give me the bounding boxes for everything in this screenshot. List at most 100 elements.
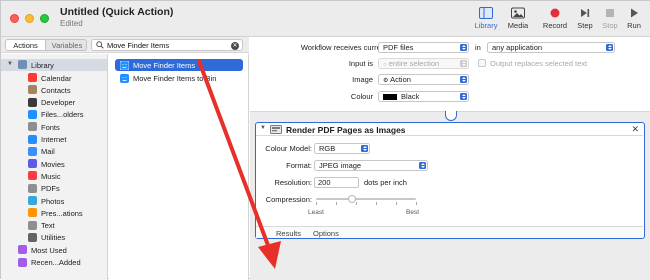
- library-item[interactable]: Files...olders: [1, 109, 107, 121]
- media-button[interactable]: Media: [501, 7, 535, 35]
- action-item-label: Move Finder Items to Bin: [133, 74, 217, 83]
- bullet-icon: ○: [383, 62, 387, 68]
- disclosure-down-icon[interactable]: ▼: [260, 125, 266, 131]
- library-button[interactable]: Library: [469, 7, 503, 35]
- library-item[interactable]: Internet: [1, 134, 107, 146]
- close-icon[interactable]: ✕: [631, 124, 639, 135]
- smart-folder-icon: [18, 257, 27, 267]
- pdf-action-icon: [270, 124, 282, 134]
- run-button[interactable]: Run: [617, 7, 650, 35]
- colour-model-popup[interactable]: RGB: [314, 143, 370, 154]
- library-icon: [479, 7, 493, 19]
- library-item[interactable]: Movies: [1, 158, 107, 170]
- stop-icon: [606, 9, 614, 17]
- slider-tick: [396, 202, 397, 205]
- library-item-label: Pres...ations: [41, 208, 83, 218]
- library-item-label: PDFs: [41, 184, 60, 194]
- tab-variables[interactable]: Variables: [47, 41, 87, 50]
- disclosure-down-icon[interactable]: ▼: [7, 61, 13, 67]
- search-icon: [96, 41, 104, 49]
- record-button-label: Record: [542, 21, 568, 30]
- library-item[interactable]: Developer: [1, 97, 107, 109]
- slider-track: [316, 198, 416, 200]
- resolution-unit: dots per inch: [364, 178, 407, 187]
- application-popup[interactable]: any application: [487, 42, 615, 53]
- text-icon: [28, 220, 37, 230]
- smart-group-label: Recen...Added: [31, 258, 81, 267]
- colour-popup[interactable]: Black: [378, 91, 469, 102]
- automator-window: Untitled (Quick Action) Edited Library M…: [0, 0, 650, 280]
- library-item-label: Contacts: [41, 85, 71, 95]
- music-icon: [28, 171, 37, 181]
- smart-group-item[interactable]: Most Used: [1, 244, 107, 256]
- output-replaces-checkbox[interactable]: [478, 59, 486, 67]
- slider-knob[interactable]: [348, 195, 356, 203]
- action-connector: [445, 111, 457, 121]
- library-item-label: Photos: [41, 196, 65, 206]
- library-toolbar: Actions Variables ✕: [1, 37, 249, 53]
- image-popup[interactable]: ⚙ Action: [378, 74, 469, 85]
- library-item-label: Files...olders: [41, 110, 84, 120]
- results-tab[interactable]: Results: [276, 229, 301, 238]
- input-is-value: entire selection: [388, 59, 440, 68]
- options-tab[interactable]: Options: [313, 229, 339, 238]
- action-item-move-finder-items[interactable]: Move Finder Items: [115, 59, 243, 71]
- fonts-icon: [28, 122, 37, 132]
- library-item[interactable]: Calendar: [1, 72, 107, 84]
- library-item-label: Movies: [41, 159, 65, 169]
- action-search-field[interactable]: ✕: [91, 39, 243, 51]
- resolution-input[interactable]: 200: [314, 177, 359, 188]
- action-item-move-finder-items-to-bin[interactable]: Move Finder Items to Bin: [115, 72, 243, 84]
- library-root[interactable]: ▼ Library: [1, 59, 107, 71]
- popup-arrows-icon: [460, 60, 467, 67]
- library-item[interactable]: Text: [1, 220, 107, 232]
- input-is-popup[interactable]: ○ entire selection: [378, 58, 469, 69]
- library-list: ▼ Library Calendar Contacts Developer Files…: [1, 54, 108, 280]
- popup-arrows-icon: [606, 44, 613, 51]
- calendar-icon: [28, 73, 37, 82]
- receives-value: PDF files: [383, 43, 414, 52]
- library-item[interactable]: Fonts: [1, 121, 107, 133]
- clear-search-icon[interactable]: ✕: [231, 41, 239, 50]
- record-button[interactable]: Record: [538, 7, 572, 35]
- library-item[interactable]: Mail: [1, 146, 107, 158]
- zoom-window-button[interactable]: [40, 14, 49, 23]
- record-icon: [550, 8, 560, 18]
- action-card-footer: Results Options: [256, 226, 643, 238]
- receives-popup[interactable]: PDF files: [378, 42, 469, 53]
- colour-model-value: RGB: [319, 144, 336, 153]
- developer-icon: [28, 97, 37, 107]
- minimize-window-button[interactable]: [25, 14, 34, 23]
- library-item[interactable]: Photos: [1, 195, 107, 207]
- library-item-label: Calendar: [41, 73, 72, 83]
- finder-action-icon: [120, 73, 129, 83]
- search-input[interactable]: [107, 40, 227, 50]
- movies-icon: [28, 159, 37, 169]
- smart-group-label: Most Used: [31, 245, 67, 255]
- least-label: Least: [308, 209, 324, 216]
- close-window-button[interactable]: [10, 14, 19, 23]
- library-item[interactable]: Contacts: [1, 84, 107, 96]
- format-popup[interactable]: JPEG image: [314, 160, 428, 171]
- contacts-icon: [28, 85, 37, 95]
- tab-actions[interactable]: Actions: [6, 40, 46, 50]
- slider-tick: [416, 202, 417, 205]
- library-item[interactable]: Utilities: [1, 232, 107, 244]
- library-item[interactable]: PDFs: [1, 183, 107, 195]
- format-value: JPEG image: [319, 161, 362, 170]
- window-subtitle: Edited: [60, 19, 83, 28]
- library-item-label: Internet: [41, 135, 67, 144]
- library-root-label: Library: [31, 60, 54, 70]
- library-item-label: Mail: [41, 147, 55, 157]
- colour-model-label: Colour Model:: [265, 144, 312, 153]
- best-label: Best: [406, 209, 420, 216]
- media-button-label: Media: [507, 21, 529, 30]
- library-item[interactable]: Pres...ations: [1, 207, 107, 219]
- smart-group-item[interactable]: Recen...Added: [1, 257, 107, 269]
- library-item-label: Developer: [41, 98, 76, 108]
- receives-label: Workflow receives current: [300, 43, 387, 52]
- workflow-settings: Workflow receives current PDF files in a…: [250, 37, 650, 112]
- library-item[interactable]: Music: [1, 170, 107, 182]
- run-button-label: Run: [627, 21, 641, 30]
- finder-icon: [28, 109, 37, 119]
